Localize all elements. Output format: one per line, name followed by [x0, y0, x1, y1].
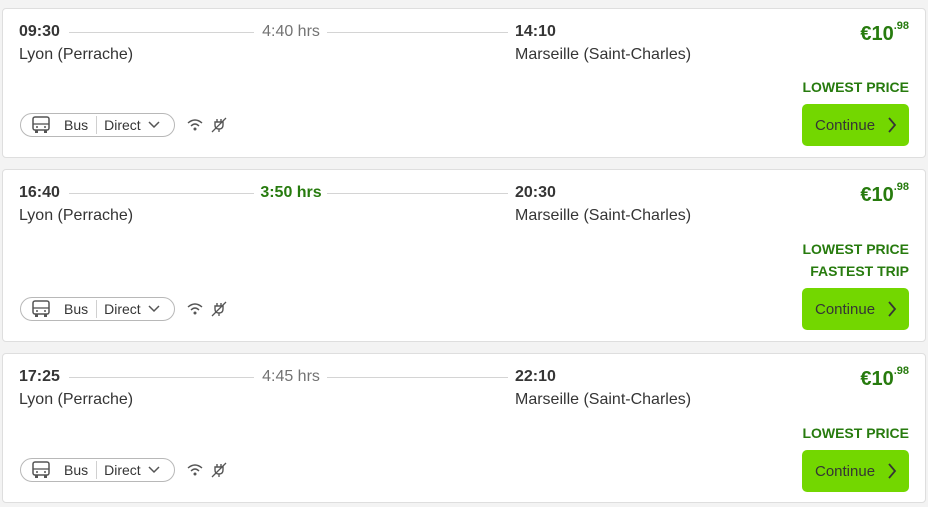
trip-details-pill[interactable]: Bus Direct — [20, 458, 175, 482]
trip-duration: 4:40 hrs — [262, 23, 320, 40]
price-cents: .98 — [893, 20, 909, 32]
arrival-station: Marseille (Saint-Charles) — [515, 391, 692, 408]
continue-label: Continue — [815, 116, 876, 134]
lowest-price-badge: LOWEST PRICE — [802, 241, 909, 257]
wifi-icon — [187, 464, 203, 476]
arrival-time: 20:30 — [515, 184, 556, 201]
bus-icon — [32, 461, 50, 478]
power-plug-icon — [211, 462, 227, 478]
chevron-right-icon — [888, 301, 897, 317]
price-main: €10 — [860, 368, 894, 390]
price: €10.98 — [860, 20, 909, 46]
price-main: €10 — [860, 23, 894, 45]
arrival-station: Marseille (Saint-Charles) — [515, 207, 692, 224]
trip-card: 17:25 4:45 hrs 22:10 Lyon (Perrache) Mar… — [2, 353, 926, 503]
continue-label: Continue — [815, 462, 876, 480]
departure-station: Lyon (Perrache) — [19, 207, 134, 224]
trip-details-pill[interactable]: Bus Direct — [20, 297, 175, 321]
power-plug-icon — [211, 117, 227, 133]
departure-station: Lyon (Perrache) — [19, 46, 134, 63]
search-results-list: 09:30 4:40 hrs 14:10 Lyon (Perrache) Mar… — [0, 0, 928, 507]
bus-icon — [32, 300, 50, 317]
departure-time: 16:40 — [19, 184, 60, 201]
price-cents: .98 — [893, 365, 909, 377]
trip-duration: 4:45 hrs — [262, 368, 320, 385]
route-line-right — [327, 193, 508, 194]
route-line-right — [327, 377, 508, 378]
route-line-left — [69, 377, 254, 378]
continue-label: Continue — [815, 300, 876, 318]
divider — [96, 300, 98, 318]
price: €10.98 — [860, 181, 909, 207]
bus-icon — [32, 116, 50, 133]
trip-card: 09:30 4:40 hrs 14:10 Lyon (Perrache) Mar… — [2, 8, 926, 158]
route-line-right — [327, 32, 508, 33]
trip-card: 16:40 3:50 hrs 20:30 Lyon (Perrache) Mar… — [2, 169, 926, 342]
connection-type: Direct — [104, 301, 141, 317]
departure-time: 09:30 — [19, 23, 60, 40]
continue-button[interactable]: Continue — [802, 450, 909, 492]
fastest-trip-badge: FASTEST TRIP — [810, 263, 909, 279]
connection-type: Direct — [104, 462, 141, 478]
continue-button[interactable]: Continue — [802, 104, 909, 146]
transport-mode: Bus — [64, 117, 89, 133]
route-line-left — [69, 193, 254, 194]
power-plug-icon — [211, 301, 227, 317]
chevron-down-icon — [148, 466, 160, 474]
wifi-icon — [187, 303, 203, 315]
wifi-icon — [187, 119, 203, 131]
transport-mode: Bus — [64, 462, 89, 478]
connection-type: Direct — [104, 117, 141, 133]
transport-mode: Bus — [64, 301, 89, 317]
lowest-price-badge: LOWEST PRICE — [802, 425, 909, 441]
continue-button[interactable]: Continue — [802, 288, 909, 330]
divider — [96, 116, 98, 134]
lowest-price-badge: LOWEST PRICE — [802, 79, 909, 95]
chevron-right-icon — [888, 117, 897, 133]
price-main: €10 — [860, 184, 894, 206]
trip-details-pill[interactable]: Bus Direct — [20, 113, 175, 137]
chevron-right-icon — [888, 463, 897, 479]
departure-time: 17:25 — [19, 368, 60, 385]
arrival-time: 22:10 — [515, 368, 556, 385]
arrival-time: 14:10 — [515, 23, 556, 40]
price-cents: .98 — [893, 181, 909, 193]
price: €10.98 — [860, 365, 909, 391]
chevron-down-icon — [148, 305, 160, 313]
divider — [96, 461, 98, 479]
route-line-left — [69, 32, 254, 33]
trip-duration: 3:50 hrs — [260, 184, 322, 201]
departure-station: Lyon (Perrache) — [19, 391, 134, 408]
arrival-station: Marseille (Saint-Charles) — [515, 46, 692, 63]
chevron-down-icon — [148, 121, 160, 129]
